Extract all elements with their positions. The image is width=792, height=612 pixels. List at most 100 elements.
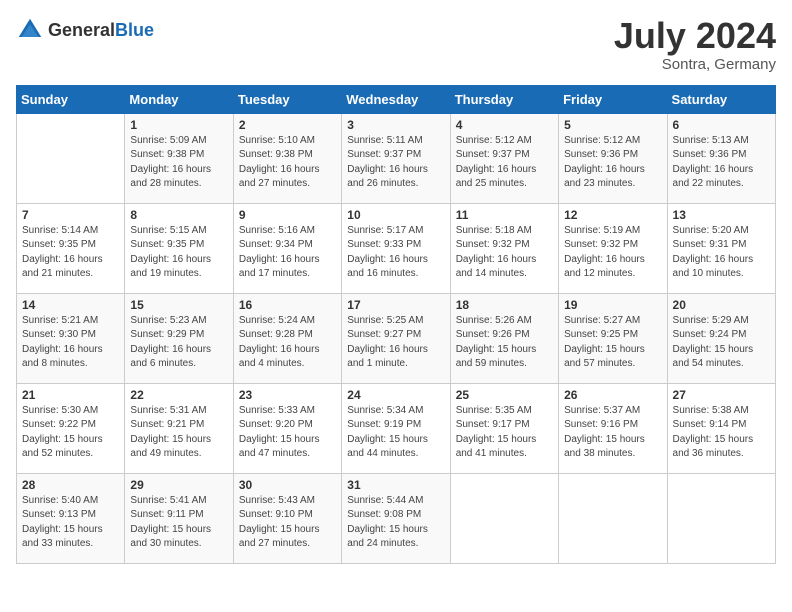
day-info: Sunrise: 5:30 AMSunset: 9:22 PMDaylight:… [22,404,119,462]
weekday-header: Saturday [667,85,775,113]
calendar-cell [559,473,667,563]
day-number: 8 [130,208,227,222]
day-number: 30 [239,478,336,492]
page-header: GeneralBlue July 2024 Sontra, Germany [16,16,776,73]
calendar-cell: 5Sunrise: 5:12 AMSunset: 9:36 PMDaylight… [559,113,667,203]
day-number: 1 [130,118,227,132]
month-year: July 2024 [614,16,776,56]
day-number: 5 [564,118,661,132]
day-info: Sunrise: 5:17 AMSunset: 9:33 PMDaylight:… [347,224,444,282]
day-info: Sunrise: 5:34 AMSunset: 9:19 PMDaylight:… [347,404,444,462]
day-number: 22 [130,388,227,402]
day-number: 11 [456,208,553,222]
calendar-cell: 12 Sunrise: 5:19 AMSunset: 9:32 PMDayligh… [559,203,667,293]
calendar-cell: 24Sunrise: 5:34 AMSunset: 9:19 PMDayligh… [342,383,450,473]
day-number: 7 [22,208,119,222]
title-block: July 2024 Sontra, Germany [614,16,776,73]
weekday-header-row: SundayMondayTuesdayWednesdayThursdayFrid… [17,85,776,113]
day-number: 20 [673,298,770,312]
weekday-header: Wednesday [342,85,450,113]
day-info: Sunrise: 5:23 AMSunset: 9:29 PMDaylight:… [130,314,227,372]
calendar-cell: 27 Sunrise: 5:38 AMSunset: 9:14 PMDayligh… [667,383,775,473]
calendar-cell: 23Sunrise: 5:33 AMSunset: 9:20 PMDayligh… [233,383,341,473]
calendar-cell: 26 Sunrise: 5:37 AMSunset: 9:16 PMDayligh… [559,383,667,473]
calendar-cell: 6 Sunrise: 5:13 AMSunset: 9:36 PMDaylight… [667,113,775,203]
location: Sontra, Germany [614,56,776,73]
weekday-header: Thursday [450,85,558,113]
day-number: 9 [239,208,336,222]
calendar-cell: 19Sunrise: 5:27 AMSunset: 9:25 PMDayligh… [559,293,667,383]
day-info: Sunrise: 5:18 AMSunset: 9:32 PMDaylight:… [456,224,553,282]
calendar-week-row: 7 Sunrise: 5:14 AMSunset: 9:35 PMDaylight… [17,203,776,293]
weekday-header: Monday [125,85,233,113]
day-info: Sunrise: 5:11 AMSunset: 9:37 PMDaylight:… [347,134,444,192]
day-info: Sunrise: 5:25 AMSunset: 9:27 PMDaylight:… [347,314,444,372]
calendar-cell: 10Sunrise: 5:17 AMSunset: 9:33 PMDayligh… [342,203,450,293]
day-number: 4 [456,118,553,132]
day-info: Sunrise: 5:44 AMSunset: 9:08 PMDaylight:… [347,494,444,552]
day-number: 27 [673,388,770,402]
calendar-cell: 16 Sunrise: 5:24 AMSunset: 9:28 PMDayligh… [233,293,341,383]
calendar-week-row: 14Sunrise: 5:21 AMSunset: 9:30 PMDayligh… [17,293,776,383]
calendar-table: SundayMondayTuesdayWednesdayThursdayFrid… [16,85,776,564]
day-info: Sunrise: 5:40 AMSunset: 9:13 PMDaylight:… [22,494,119,552]
day-number: 18 [456,298,553,312]
calendar-cell [667,473,775,563]
day-info: Sunrise: 5:29 AMSunset: 9:24 PMDaylight:… [673,314,770,372]
day-info: Sunrise: 5:10 AMSunset: 9:38 PMDaylight:… [239,134,336,192]
logo-text: GeneralBlue [48,20,154,41]
calendar-cell: 18Sunrise: 5:26 AMSunset: 9:26 PMDayligh… [450,293,558,383]
day-info: Sunrise: 5:13 AMSunset: 9:36 PMDaylight:… [673,134,770,192]
day-info: Sunrise: 5:12 AMSunset: 9:37 PMDaylight:… [456,134,553,192]
day-info: Sunrise: 5:37 AMSunset: 9:16 PMDaylight:… [564,404,661,462]
calendar-week-row: 28Sunrise: 5:40 AMSunset: 9:13 PMDayligh… [17,473,776,563]
calendar-cell: 9Sunrise: 5:16 AMSunset: 9:34 PMDaylight… [233,203,341,293]
day-info: Sunrise: 5:43 AMSunset: 9:10 PMDaylight:… [239,494,336,552]
calendar-cell [17,113,125,203]
calendar-cell: 7 Sunrise: 5:14 AMSunset: 9:35 PMDaylight… [17,203,125,293]
calendar-cell: 17 Sunrise: 5:25 AMSunset: 9:27 PMDayligh… [342,293,450,383]
logo-icon [16,16,44,44]
day-number: 25 [456,388,553,402]
calendar-cell: 4 Sunrise: 5:12 AMSunset: 9:37 PMDaylight… [450,113,558,203]
day-info: Sunrise: 5:24 AMSunset: 9:28 PMDaylight:… [239,314,336,372]
day-info: Sunrise: 5:15 AMSunset: 9:35 PMDaylight:… [130,224,227,282]
day-info: Sunrise: 5:33 AMSunset: 9:20 PMDaylight:… [239,404,336,462]
day-info: Sunrise: 5:20 AMSunset: 9:31 PMDaylight:… [673,224,770,282]
weekday-header: Sunday [17,85,125,113]
day-number: 17 [347,298,444,312]
calendar-cell [450,473,558,563]
day-info: Sunrise: 5:41 AMSunset: 9:11 PMDaylight:… [130,494,227,552]
day-info: Sunrise: 5:31 AMSunset: 9:21 PMDaylight:… [130,404,227,462]
day-info: Sunrise: 5:35 AMSunset: 9:17 PMDaylight:… [456,404,553,462]
calendar-cell: 31 Sunrise: 5:44 AMSunset: 9:08 PMDayligh… [342,473,450,563]
calendar-cell: 8 Sunrise: 5:15 AMSunset: 9:35 PMDaylight… [125,203,233,293]
day-info: Sunrise: 5:14 AMSunset: 9:35 PMDaylight:… [22,224,119,282]
logo: GeneralBlue [16,16,154,44]
calendar-cell: 15 Sunrise: 5:23 AMSunset: 9:29 PMDayligh… [125,293,233,383]
day-info: Sunrise: 5:38 AMSunset: 9:14 PMDaylight:… [673,404,770,462]
day-info: Sunrise: 5:19 AMSunset: 9:32 PMDaylight:… [564,224,661,282]
day-number: 3 [347,118,444,132]
calendar-cell: 22 Sunrise: 5:31 AMSunset: 9:21 PMDayligh… [125,383,233,473]
day-number: 15 [130,298,227,312]
calendar-cell: 3 Sunrise: 5:11 AMSunset: 9:37 PMDaylight… [342,113,450,203]
day-number: 2 [239,118,336,132]
calendar-week-row: 21Sunrise: 5:30 AMSunset: 9:22 PMDayligh… [17,383,776,473]
calendar-cell: 28Sunrise: 5:40 AMSunset: 9:13 PMDayligh… [17,473,125,563]
day-number: 6 [673,118,770,132]
weekday-header: Friday [559,85,667,113]
day-number: 16 [239,298,336,312]
calendar-cell: 11 Sunrise: 5:18 AMSunset: 9:32 PMDayligh… [450,203,558,293]
day-number: 12 [564,208,661,222]
calendar-cell: 20 Sunrise: 5:29 AMSunset: 9:24 PMDayligh… [667,293,775,383]
calendar-cell: 2 Sunrise: 5:10 AMSunset: 9:38 PMDaylight… [233,113,341,203]
calendar-cell: 30 Sunrise: 5:43 AMSunset: 9:10 PMDayligh… [233,473,341,563]
calendar-cell: 29 Sunrise: 5:41 AMSunset: 9:11 PMDayligh… [125,473,233,563]
calendar-cell: 14Sunrise: 5:21 AMSunset: 9:30 PMDayligh… [17,293,125,383]
day-number: 29 [130,478,227,492]
day-number: 26 [564,388,661,402]
day-number: 19 [564,298,661,312]
day-number: 31 [347,478,444,492]
day-number: 14 [22,298,119,312]
